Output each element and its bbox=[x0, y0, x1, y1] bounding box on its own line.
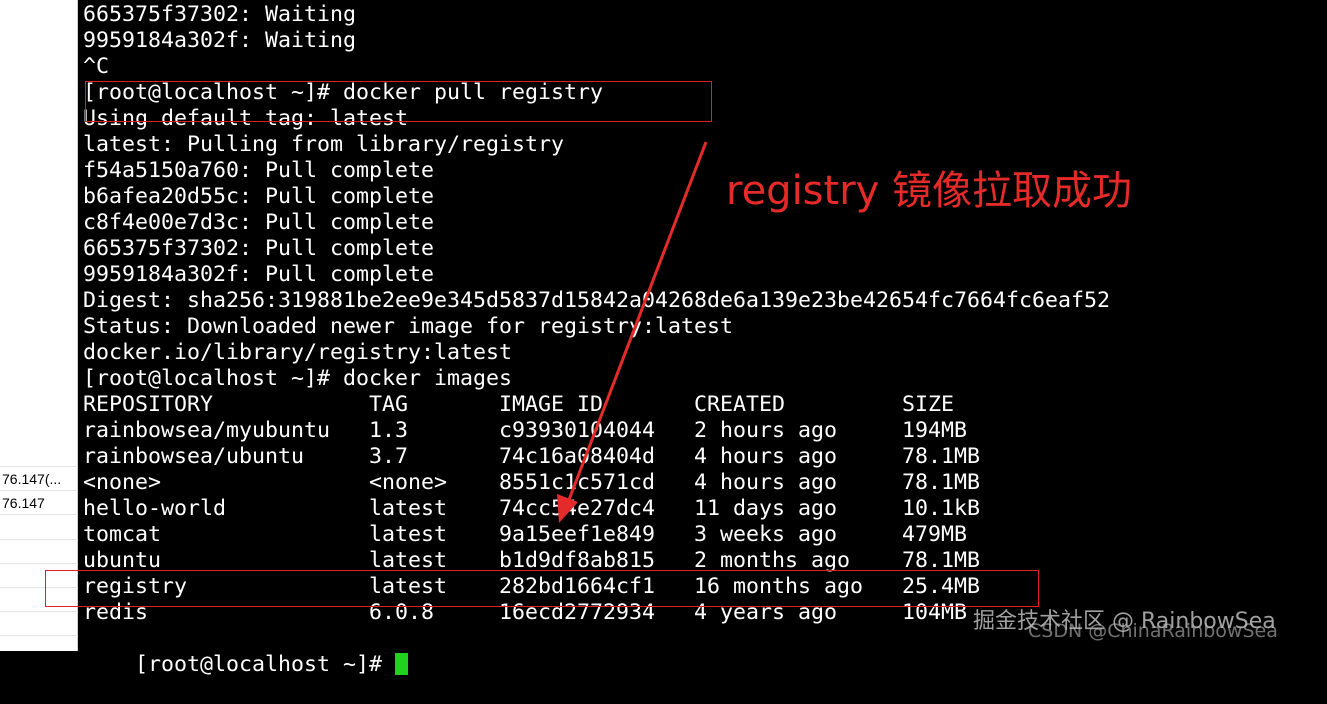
watermark-juejin: 掘金技术社区 @ RainbowSea bbox=[973, 609, 1276, 634]
cell-tag: latest bbox=[369, 496, 448, 521]
session-item-2[interactable]: 76.147 bbox=[0, 491, 78, 515]
side-divider bbox=[0, 611, 78, 612]
cell-repository: <none> bbox=[83, 470, 162, 495]
header-size: SIZE bbox=[902, 392, 955, 417]
cell-created: 2 hours ago bbox=[694, 418, 838, 443]
cell-repository: hello-world bbox=[83, 496, 227, 521]
images-table-header: REPOSITORY TAG IMAGE ID CREATED SIZE bbox=[83, 392, 954, 418]
terminal-line: c8f4e00e7d3c: Pull complete bbox=[83, 210, 435, 235]
session-side-panel: 76.147(... 76.147 bbox=[0, 0, 78, 651]
cell-size: 78.1MB bbox=[902, 444, 981, 469]
terminal-cursor bbox=[395, 653, 409, 675]
header-image-id: IMAGE ID bbox=[499, 392, 604, 417]
cell-repository: tomcat bbox=[83, 522, 162, 547]
side-divider bbox=[0, 563, 78, 564]
cell-repository: rainbowsea/ubuntu bbox=[83, 444, 305, 469]
cell-image-id: 74cc54e27dc4 bbox=[499, 496, 656, 521]
terminal-line: 9959184a302f: Pull complete bbox=[83, 262, 435, 287]
cell-image-id: 74c16a08404d bbox=[499, 444, 656, 469]
header-tag: TAG bbox=[369, 392, 409, 417]
highlight-box-registry-row bbox=[45, 570, 1039, 607]
header-created: CREATED bbox=[694, 392, 786, 417]
side-divider bbox=[0, 635, 78, 636]
cell-created: 4 hours ago bbox=[694, 444, 838, 469]
cell-tag: 1.3 bbox=[369, 418, 409, 443]
cell-created: 11 days ago bbox=[694, 496, 838, 521]
cell-image-id: 9a15eef1e849 bbox=[499, 522, 656, 547]
terminal-line: ^C bbox=[83, 54, 110, 79]
terminal-line: [root@localhost ~]# docker images bbox=[83, 366, 513, 391]
cell-tag: <none> bbox=[369, 470, 448, 495]
terminal-line: Digest: sha256:319881be2ee9e345d5837d158… bbox=[83, 288, 1111, 313]
side-divider bbox=[0, 539, 78, 540]
cell-repository: rainbowsea/myubuntu bbox=[83, 418, 331, 443]
terminal-line: Status: Downloaded newer image for regis… bbox=[83, 314, 734, 339]
header-repository: REPOSITORY bbox=[83, 392, 214, 417]
shell-prompt[interactable]: [root@localhost ~]# bbox=[83, 626, 409, 677]
terminal-line: 9959184a302f: Waiting bbox=[83, 28, 357, 53]
annotation-label: registry 镜像拉取成功 bbox=[726, 168, 1133, 214]
session-item-1[interactable]: 76.147(... bbox=[0, 467, 78, 491]
terminal-line: b6afea20d55c: Pull complete bbox=[83, 184, 435, 209]
terminal-line: 665375f37302: Pull complete bbox=[83, 236, 435, 261]
cell-size: 78.1MB bbox=[902, 470, 981, 495]
highlight-box-pull-command bbox=[85, 81, 712, 122]
cell-created: 4 hours ago bbox=[694, 470, 838, 495]
cell-size: 194MB bbox=[902, 418, 968, 443]
cell-image-id: 8551c1c571cd bbox=[499, 470, 656, 495]
cell-created: 3 weeks ago bbox=[694, 522, 838, 547]
cell-size: 479MB bbox=[902, 522, 968, 547]
terminal-line: 665375f37302: Waiting bbox=[83, 2, 357, 27]
terminal-line: docker.io/library/registry:latest bbox=[83, 340, 513, 365]
cell-size: 10.1kB bbox=[902, 496, 981, 521]
cell-tag: 3.7 bbox=[369, 444, 409, 469]
prompt-text: [root@localhost ~]# bbox=[135, 652, 396, 677]
terminal-line: f54a5150a760: Pull complete bbox=[83, 158, 435, 183]
cell-image-id: c93930104044 bbox=[499, 418, 656, 443]
terminal-line: latest: Pulling from library/registry bbox=[83, 132, 565, 157]
cell-tag: latest bbox=[369, 522, 448, 547]
